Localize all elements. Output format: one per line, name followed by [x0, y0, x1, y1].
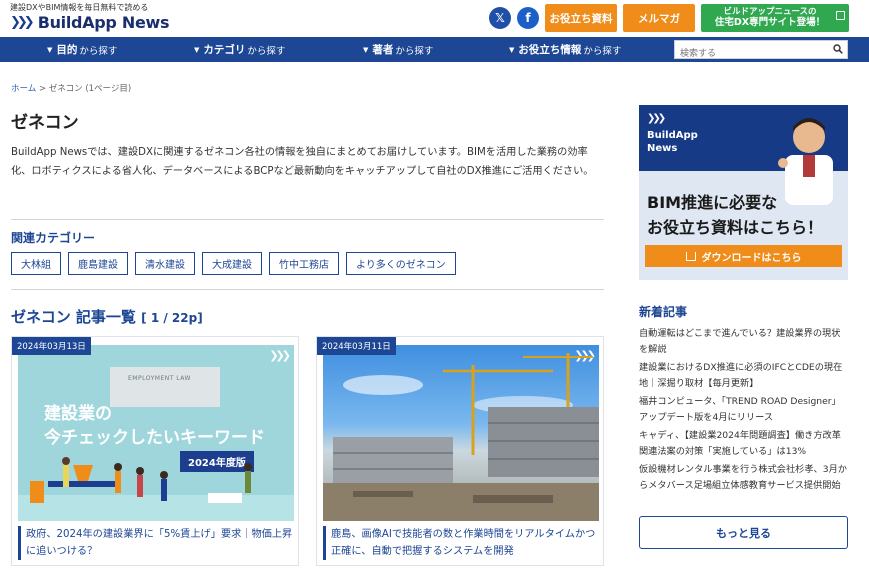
download-icon: [685, 251, 696, 261]
thumb-board-label: EMPLOYMENT LAW: [128, 375, 191, 382]
banner-download-label: ダウンロードはこちら: [701, 252, 802, 264]
article-list-page-count: [ 1 / 22p]: [141, 311, 203, 325]
thumb-headline-line1: 建設業の: [44, 404, 112, 424]
construction-site-photo: [323, 353, 599, 521]
banner-line1: BIM推進に必要な: [647, 193, 778, 212]
tag-takenaka[interactable]: 竹中工務店: [269, 252, 339, 275]
site-logo[interactable]: ❯❯❯ BuildApp News: [10, 13, 170, 32]
tag-obayashi[interactable]: 大林組: [11, 252, 61, 275]
tag-shimizu[interactable]: 清水建設: [135, 252, 195, 275]
banner-download-button[interactable]: ダウンロードはこちら: [645, 245, 842, 267]
latest-news-item[interactable]: 仮設機材レンタル事業を行う株式会社杉孝、3月からメタバース足場組立体感教育サービ…: [639, 462, 849, 494]
x-icon[interactable]: 𝕏: [489, 7, 511, 29]
article-date: 2024年03月13日: [12, 337, 91, 355]
latest-news-item[interactable]: キャディ、【建設業2024年問題調査】働き方改革関連法案の対策「実施している」は…: [639, 428, 849, 460]
search-box: [674, 40, 848, 63]
logo-text: BuildApp News: [37, 13, 170, 32]
breadcrumb-home-link[interactable]: ホーム: [11, 84, 36, 94]
tag-more-general-contractors[interactable]: より多くのゼネコン: [346, 252, 456, 275]
housing-site-button[interactable]: ビルドアップニュースの 住宅DX専門サイト登場！: [701, 4, 849, 32]
tag-kajima[interactable]: 鹿島建設: [68, 252, 128, 275]
latest-news-item[interactable]: 建設業におけるDX推進に必須のIFCとCDEの現在地｜深掘り取材【毎月更新】: [639, 360, 849, 392]
nav-resources-suffix: から探す: [583, 45, 622, 57]
article-thumbnail[interactable]: EMPLOYMENT LAW ❯❯❯ 建設業の 今チェックしたいキーワード 20…: [18, 345, 294, 521]
latest-news-heading: 新着記事: [639, 305, 688, 319]
related-category-tags: 大林組 鹿島建設 清水建設 大成建設 竹中工務店 より多くのゼネコン: [11, 252, 456, 275]
more-news-button[interactable]: もっと見る: [639, 516, 848, 549]
external-link-icon: [836, 11, 845, 20]
triangle-down-icon: ▼: [47, 45, 53, 54]
bim-resources-banner[interactable]: ❯❯❯ BuildApp News BIM推進に必要な お役立ち資料はこちら！ …: [639, 105, 848, 280]
search-icon[interactable]: [833, 44, 843, 54]
breadcrumb-separator: >: [38, 84, 47, 94]
tag-taisei[interactable]: 大成建設: [202, 252, 262, 275]
nav-author-suffix: から探す: [395, 45, 434, 57]
latest-news-item[interactable]: 自動運転はどこまで進んでいる？建設業界の現状を解説: [639, 326, 849, 358]
site-header: 建設DXやBIM情報を毎日無料で読める ❯❯❯ BuildApp News 𝕏 …: [0, 0, 869, 37]
housing-site-line1: ビルドアップニュースの: [723, 7, 817, 18]
article-card[interactable]: 2024年03月13日 EMPLOYMENT LAW ❯❯❯ 建設業の 今チェッ…: [11, 336, 299, 566]
article-list-title: ゼネコン 記事一覧 [ 1 / 22p]: [11, 306, 203, 327]
housing-site-line2: 住宅DX専門サイト登場！: [714, 17, 826, 29]
person-illustration: [778, 118, 833, 205]
triangle-down-icon: ▼: [194, 45, 200, 54]
search-input[interactable]: [675, 45, 825, 63]
article-thumbnail[interactable]: ❯❯❯: [323, 345, 599, 521]
divider: [11, 289, 604, 290]
latest-news-list: 自動運転はどこまで進んでいる？建設業界の現状を解説 建設業におけるDX推進に必須…: [639, 326, 849, 496]
article-date: 2024年03月11日: [317, 337, 396, 355]
nav-resources[interactable]: ▼ お役立ち情報 から探す: [509, 37, 621, 62]
nav-author[interactable]: ▼ 著者 から探す: [363, 37, 433, 62]
nav-purpose[interactable]: ▼ 目的 から探す: [47, 37, 117, 62]
facebook-icon[interactable]: f: [517, 7, 539, 29]
logo-tagline: 建設DXやBIM情報を毎日無料で読める: [10, 3, 149, 12]
docs-button[interactable]: お役立ち資料: [545, 4, 617, 32]
thumb-people-illustration: [30, 457, 252, 503]
triangle-down-icon: ▼: [509, 45, 515, 54]
main-nav: ▼ 目的 から探す ▼ カテゴリ から探す ▼ 著者 から探す ▼ お役立ち情報…: [0, 37, 869, 63]
article-title[interactable]: 鹿島、画像AIで技能者の数と作業時間をリアルタイムかつ正確に、自動で把握するシス…: [323, 526, 599, 560]
article-title[interactable]: 政府、2024年の建設業界に「5%賃上げ」要求｜物価上昇に追いつける？: [18, 526, 294, 560]
banner-brand: BuildApp News: [647, 129, 698, 155]
banner-brand-line2: News: [647, 143, 678, 154]
nav-category-suffix: から探す: [247, 45, 286, 57]
banner-line2: お役立ち資料はこちら！: [647, 218, 824, 237]
divider: [11, 219, 604, 220]
logo-arrows-icon: ❯❯❯: [10, 15, 35, 30]
breadcrumb: ホーム > ゼネコン (1ページ目): [11, 82, 131, 94]
page-intro: BuildApp Newsでは、建設DXに関連するゼネコン各社の情報を独自にまと…: [11, 147, 594, 177]
nav-category[interactable]: ▼ カテゴリ から探す: [194, 37, 285, 62]
brand-arrows-icon: ❯❯❯: [269, 349, 291, 362]
triangle-down-icon: ▼: [363, 45, 369, 54]
page-title: ゼネコン: [11, 113, 79, 133]
related-category-heading: 関連カテゴリー: [11, 231, 96, 245]
nav-resources-label: お役立ち情報: [518, 44, 582, 56]
latest-news-item[interactable]: 福井コンピュータ、「TREND ROAD Designer」アップデート版を4月…: [639, 394, 849, 426]
brand-arrows-icon: ❯❯❯: [647, 113, 666, 124]
nav-category-label: カテゴリ: [203, 44, 246, 56]
banner-brand-line1: BuildApp: [647, 130, 698, 141]
breadcrumb-current: ゼネコン (1ページ目): [48, 84, 132, 94]
nav-purpose-suffix: から探す: [79, 45, 118, 57]
nav-author-label: 著者: [372, 44, 394, 56]
newsletter-button[interactable]: メルマガ: [623, 4, 695, 32]
nav-purpose-label: 目的: [56, 44, 78, 56]
article-list-heading: ゼネコン 記事一覧: [11, 308, 136, 326]
article-card[interactable]: 2024年03月11日 ❯❯❯ 鹿島、画像AIで技能者の数と作業時間をリアルタイ…: [316, 336, 604, 566]
thumb-whiteboard: [110, 367, 220, 407]
